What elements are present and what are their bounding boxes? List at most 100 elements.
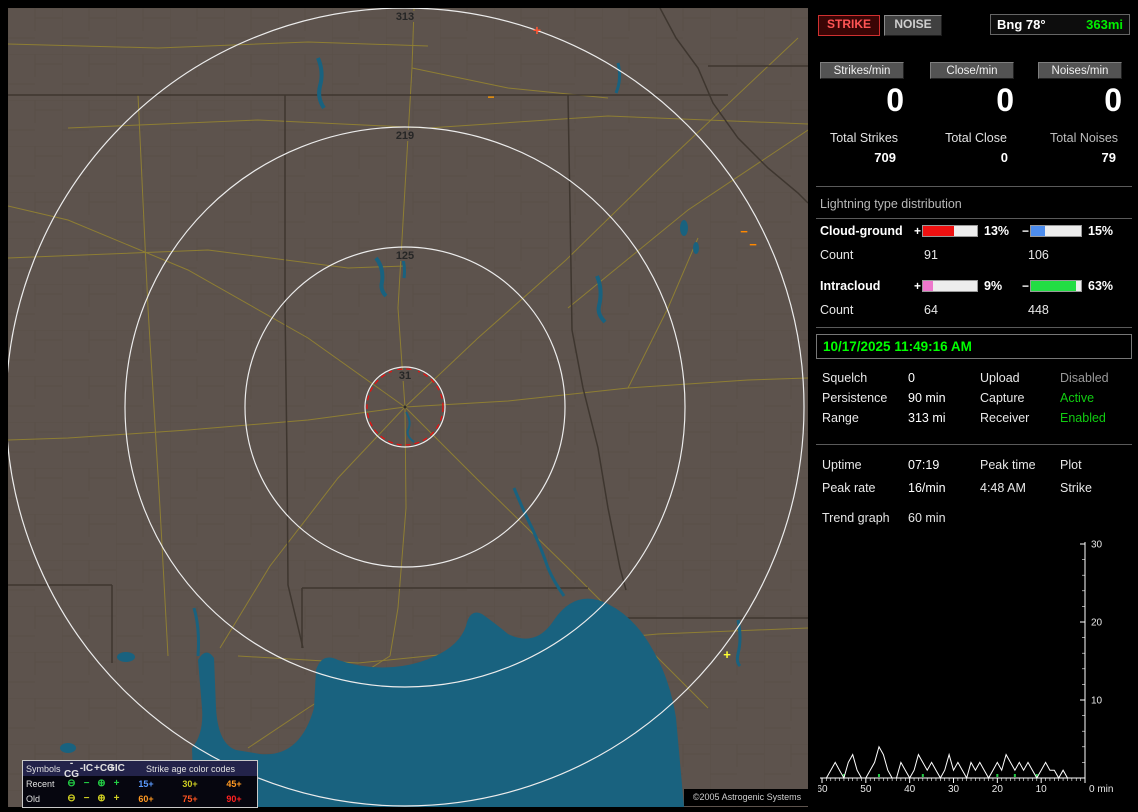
copyright-notice: ©2005 Astrogenic Systems xyxy=(684,789,810,806)
ic-positive-bar-fill xyxy=(923,281,933,291)
total-close-value: 0 xyxy=(924,150,1028,165)
radar-map[interactable]: 313 219 125 31 +−−−+ Symbols -CG -IC +CG… xyxy=(8,8,808,807)
ic-negative-pct: 63% xyxy=(1082,279,1126,293)
capture-status: Active xyxy=(1060,391,1138,405)
cg-negative-bar-fill xyxy=(1031,226,1045,236)
legend-col-pos-ic: +IC xyxy=(109,763,124,774)
legend-col-neg-cg: -CG xyxy=(64,758,79,780)
peak-rate-value: 16/min xyxy=(908,481,980,495)
ring-label-125: 125 xyxy=(396,250,414,262)
legend-age-title: Strike age color codes xyxy=(124,764,257,774)
upload-status: Disabled xyxy=(1060,371,1138,385)
age-90: 90+ xyxy=(212,794,256,804)
legend-old-label: Old xyxy=(23,794,64,804)
total-close-label: Total Close xyxy=(924,131,1028,145)
persistence-row: Persistence 90 min Capture Active xyxy=(812,391,1138,405)
ic-negative-bar-fill xyxy=(1031,281,1076,291)
total-strikes-label: Total Strikes xyxy=(812,131,916,145)
svg-text:30: 30 xyxy=(948,784,960,795)
svg-text:20: 20 xyxy=(1091,618,1103,629)
map-canvas[interactable]: 313 219 125 31 +−−−+ xyxy=(8,8,808,807)
total-noises-label: Total Noises xyxy=(1032,131,1136,145)
cg-count-label: Count xyxy=(820,248,924,262)
datetime-display: 10/17/2025 11:49:16 AM xyxy=(816,334,1132,359)
plot-label: Plot xyxy=(1060,458,1138,472)
pos-cg-recent-icon: ⊕ xyxy=(94,778,109,789)
peak-rate-label: Peak rate xyxy=(822,481,908,495)
svg-text:60: 60 xyxy=(818,784,828,795)
age-60: 60+ xyxy=(124,794,168,804)
uptime-value: 07:19 xyxy=(908,458,980,472)
cg-negative-count: 106 xyxy=(1028,248,1049,262)
range-value: 313 mi xyxy=(908,411,980,425)
cg-positive-bar-fill xyxy=(923,226,954,236)
plus-sign: + xyxy=(914,224,922,238)
trend-graph-row: Trend graph 60 min xyxy=(812,511,1138,525)
age-45: 45+ xyxy=(212,779,256,789)
neg-ic-old-icon: − xyxy=(79,793,94,804)
close-per-min-header: Close/min xyxy=(930,62,1014,79)
plot-mode-value: Strike xyxy=(1060,481,1138,495)
squelch-value: 0 xyxy=(908,371,980,385)
svg-text:40: 40 xyxy=(904,784,916,795)
peak-time-label: Peak time xyxy=(980,458,1060,472)
trend-graph-label: Trend graph xyxy=(822,511,908,525)
status-panel: STRIKE NOISE Bng 78° 363mi Strikes/min C… xyxy=(812,0,1138,812)
noise-toggle-button[interactable]: NOISE xyxy=(884,15,942,36)
minus-sign: − xyxy=(1022,279,1030,293)
ic-positive-bar xyxy=(922,280,978,292)
noises-per-min-value: 0 xyxy=(1038,82,1122,119)
range-label: Range xyxy=(822,411,908,425)
bearing-label: Bng 78° xyxy=(997,17,1046,32)
svg-text:30: 30 xyxy=(1091,540,1103,551)
ic-negative-count: 448 xyxy=(1028,303,1049,317)
strike-mark: + xyxy=(533,22,541,38)
trend-window-value: 60 min xyxy=(908,511,946,525)
receiver-status: Enabled xyxy=(1060,411,1138,425)
ic-positive-count: 64 xyxy=(924,303,1028,317)
cg-positive-count: 91 xyxy=(924,248,1028,262)
range-row: Range 313 mi Receiver Enabled xyxy=(812,411,1138,425)
age-30: 30+ xyxy=(168,779,212,789)
squelch-label: Squelch xyxy=(822,371,908,385)
minus-sign: − xyxy=(1022,224,1030,238)
legend-col-pos-cg: +CG xyxy=(94,763,109,774)
separator xyxy=(816,327,1132,328)
squelch-row: Squelch 0 Upload Disabled xyxy=(812,371,1138,385)
legend-col-neg-ic: -IC xyxy=(79,763,94,774)
neg-cg-recent-icon: ⊖ xyxy=(64,778,79,789)
persistence-value: 90 min xyxy=(908,391,980,405)
bearing-range-value: 363mi xyxy=(1086,17,1123,32)
distribution-title: Lightning type distribution xyxy=(820,197,962,211)
strike-toggle-button[interactable]: STRIKE xyxy=(818,15,880,36)
persistence-label: Persistence xyxy=(822,391,908,405)
cg-positive-bar xyxy=(922,225,978,237)
strike-mark: + xyxy=(723,647,731,662)
map-legend: Symbols -CG -IC +CG +IC Strike age color… xyxy=(22,760,258,808)
cg-count-row: Count 91 106 xyxy=(812,248,1138,262)
total-strikes-value: 709 xyxy=(812,150,916,165)
separator xyxy=(816,186,1132,187)
ring-label-31: 31 xyxy=(399,370,411,382)
uptime-row: Uptime 07:19 Peak time Plot xyxy=(812,458,1138,472)
cg-positive-pct: 13% xyxy=(978,224,1022,238)
capture-label: Capture xyxy=(980,391,1060,405)
legend-old-row: Old ⊖ − ⊕ + 60+ 75+ 90+ xyxy=(23,791,257,806)
cloud-ground-row: Cloud-ground + 13% − 15% xyxy=(812,224,1138,238)
cg-negative-bar xyxy=(1030,225,1082,237)
ic-count-row: Count 64 448 xyxy=(812,303,1138,317)
total-noises-value: 79 xyxy=(1032,150,1136,165)
legend-recent-row: Recent ⊖ − ⊕ + 15+ 30+ 45+ xyxy=(23,776,257,791)
ring-label-313: 313 xyxy=(396,11,414,23)
uptime-label: Uptime xyxy=(822,458,908,472)
legend-header-row: Symbols -CG -IC +CG +IC Strike age color… xyxy=(23,761,257,776)
strike-mark: − xyxy=(749,237,757,252)
age-15: 15+ xyxy=(124,779,168,789)
legend-symbols-title: Symbols xyxy=(23,764,64,774)
separator xyxy=(816,444,1132,445)
age-75: 75+ xyxy=(168,794,212,804)
ic-count-label: Count xyxy=(820,303,924,317)
separator xyxy=(816,218,1132,219)
svg-text:50: 50 xyxy=(860,784,872,795)
receiver-label: Receiver xyxy=(980,411,1060,425)
